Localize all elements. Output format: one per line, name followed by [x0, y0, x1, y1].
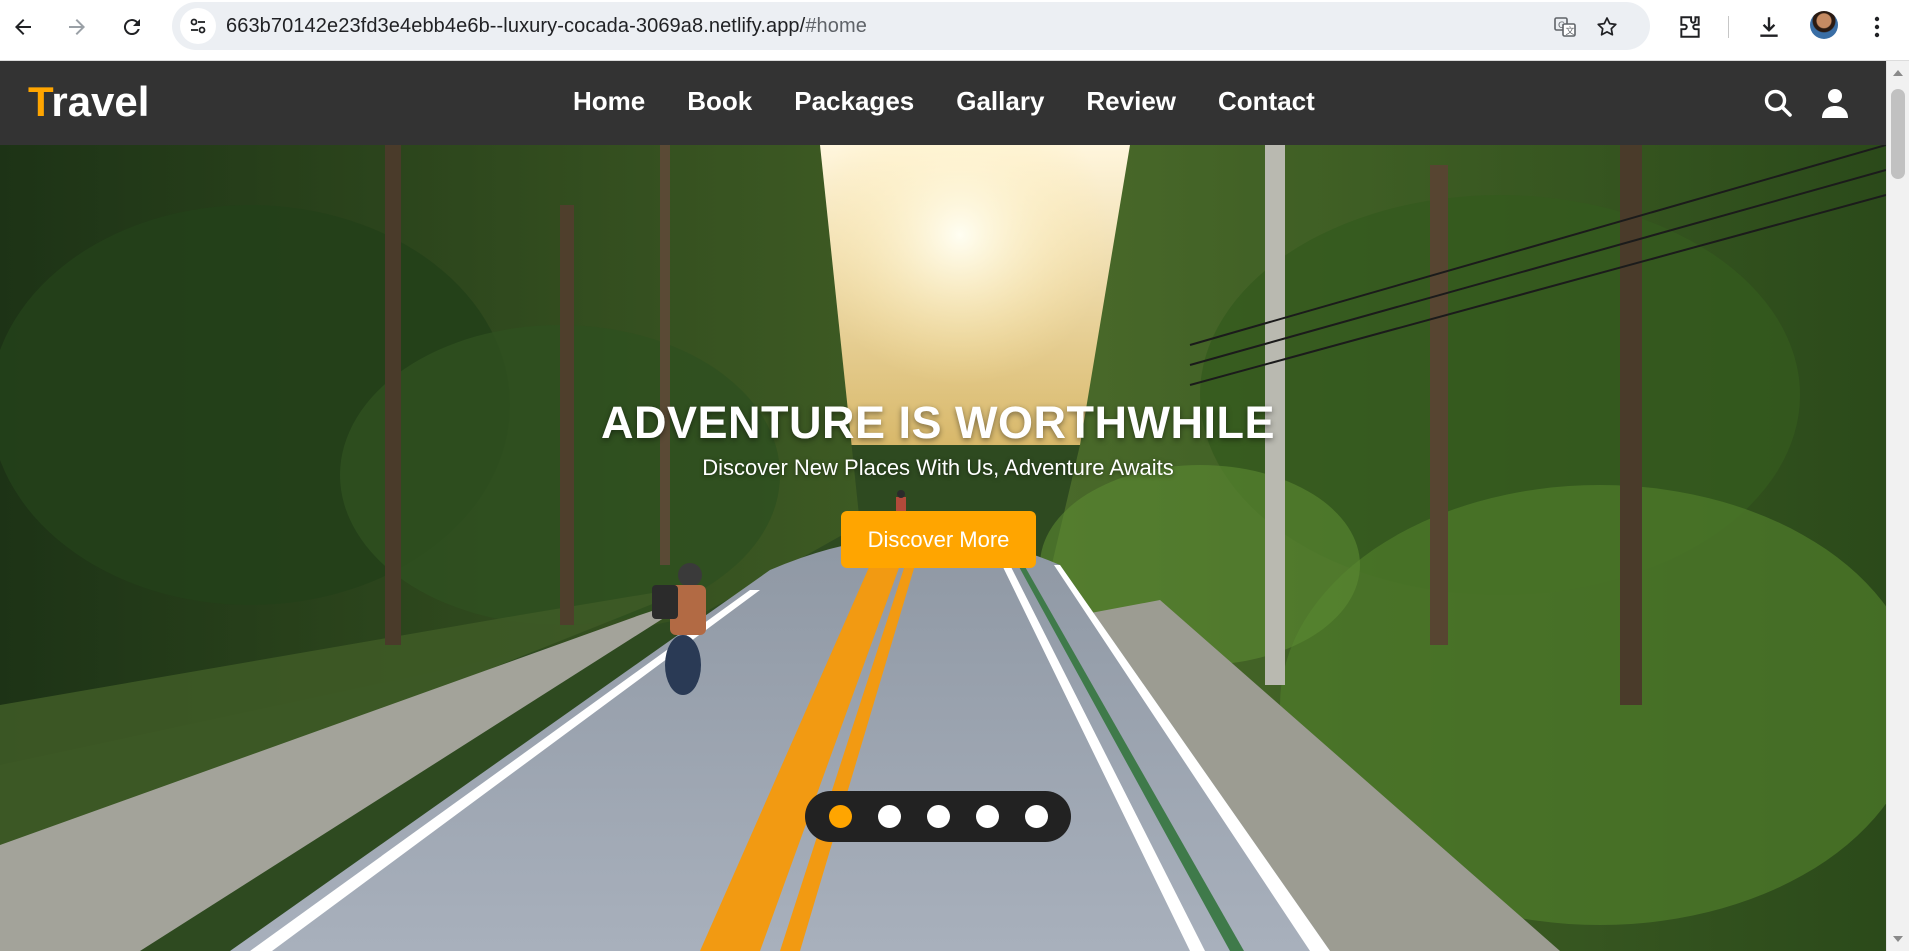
scroll-down-arrow[interactable]: [1893, 936, 1903, 942]
slide-dot-3[interactable]: [926, 805, 950, 828]
slide-dot-4[interactable]: [975, 805, 999, 828]
scroll-up-arrow[interactable]: [1893, 70, 1903, 76]
nav-review[interactable]: Review: [1086, 86, 1176, 117]
translate-icon[interactable]: G 文: [1552, 14, 1578, 40]
main-nav: Home Book Packages Gallary Review Contac…: [573, 86, 1357, 117]
slide-controls: [805, 791, 1071, 842]
download-icon[interactable]: [1752, 10, 1786, 44]
hero-section: ADVENTURE IS WORTHWHILE Discover New Pla…: [0, 145, 1886, 951]
toolbar-divider: [1728, 16, 1729, 38]
search-icon[interactable]: [1761, 86, 1795, 120]
forward-icon[interactable]: [60, 10, 94, 44]
page-scrollbar[interactable]: [1886, 61, 1909, 951]
slide-dot-5[interactable]: [1024, 805, 1048, 828]
nav-packages[interactable]: Packages: [794, 86, 914, 117]
logo[interactable]: Travel: [28, 78, 149, 126]
url-text[interactable]: 663b70142e23fd3e4ebb4e6b--luxury-cocada-…: [226, 15, 867, 38]
site-header: Travel Home Book Packages Gallary Review…: [0, 61, 1886, 145]
back-icon[interactable]: [6, 10, 40, 44]
slide-dot-1[interactable]: [828, 805, 852, 828]
address-bar[interactable]: 663b70142e23fd3e4ebb4e6b--luxury-cocada-…: [172, 2, 1650, 50]
nav-gallary[interactable]: Gallary: [956, 86, 1044, 117]
slide-dot-2[interactable]: [877, 805, 901, 828]
logo-first-letter: T: [28, 78, 52, 125]
reload-icon[interactable]: [115, 10, 149, 44]
hero-subtitle: Discover New Places With Us, Adventure A…: [702, 455, 1174, 480]
hero-title: ADVENTURE IS WORTHWHILE: [601, 397, 1275, 448]
nav-home[interactable]: Home: [573, 86, 645, 117]
distant-rider: [896, 490, 906, 513]
site-info-icon[interactable]: [180, 8, 216, 44]
url-main: 663b70142e23fd3e4ebb4e6b--luxury-cocada-…: [226, 15, 806, 37]
extensions-icon[interactable]: [1673, 10, 1707, 44]
browser-toolbar: 663b70142e23fd3e4ebb4e6b--luxury-cocada-…: [0, 0, 1909, 61]
scroll-thumb[interactable]: [1891, 89, 1905, 179]
discover-more-button[interactable]: Discover More: [841, 511, 1036, 568]
nav-contact[interactable]: Contact: [1218, 86, 1315, 117]
profile-avatar[interactable]: [1810, 11, 1838, 39]
nav-book[interactable]: Book: [687, 86, 752, 117]
logo-rest: ravel: [51, 78, 150, 125]
url-hash: #home: [805, 15, 867, 37]
star-icon[interactable]: [1594, 14, 1620, 40]
menu-kebab-icon[interactable]: [1860, 10, 1894, 44]
user-icon[interactable]: [1818, 86, 1852, 120]
svg-text:文: 文: [1566, 25, 1575, 37]
